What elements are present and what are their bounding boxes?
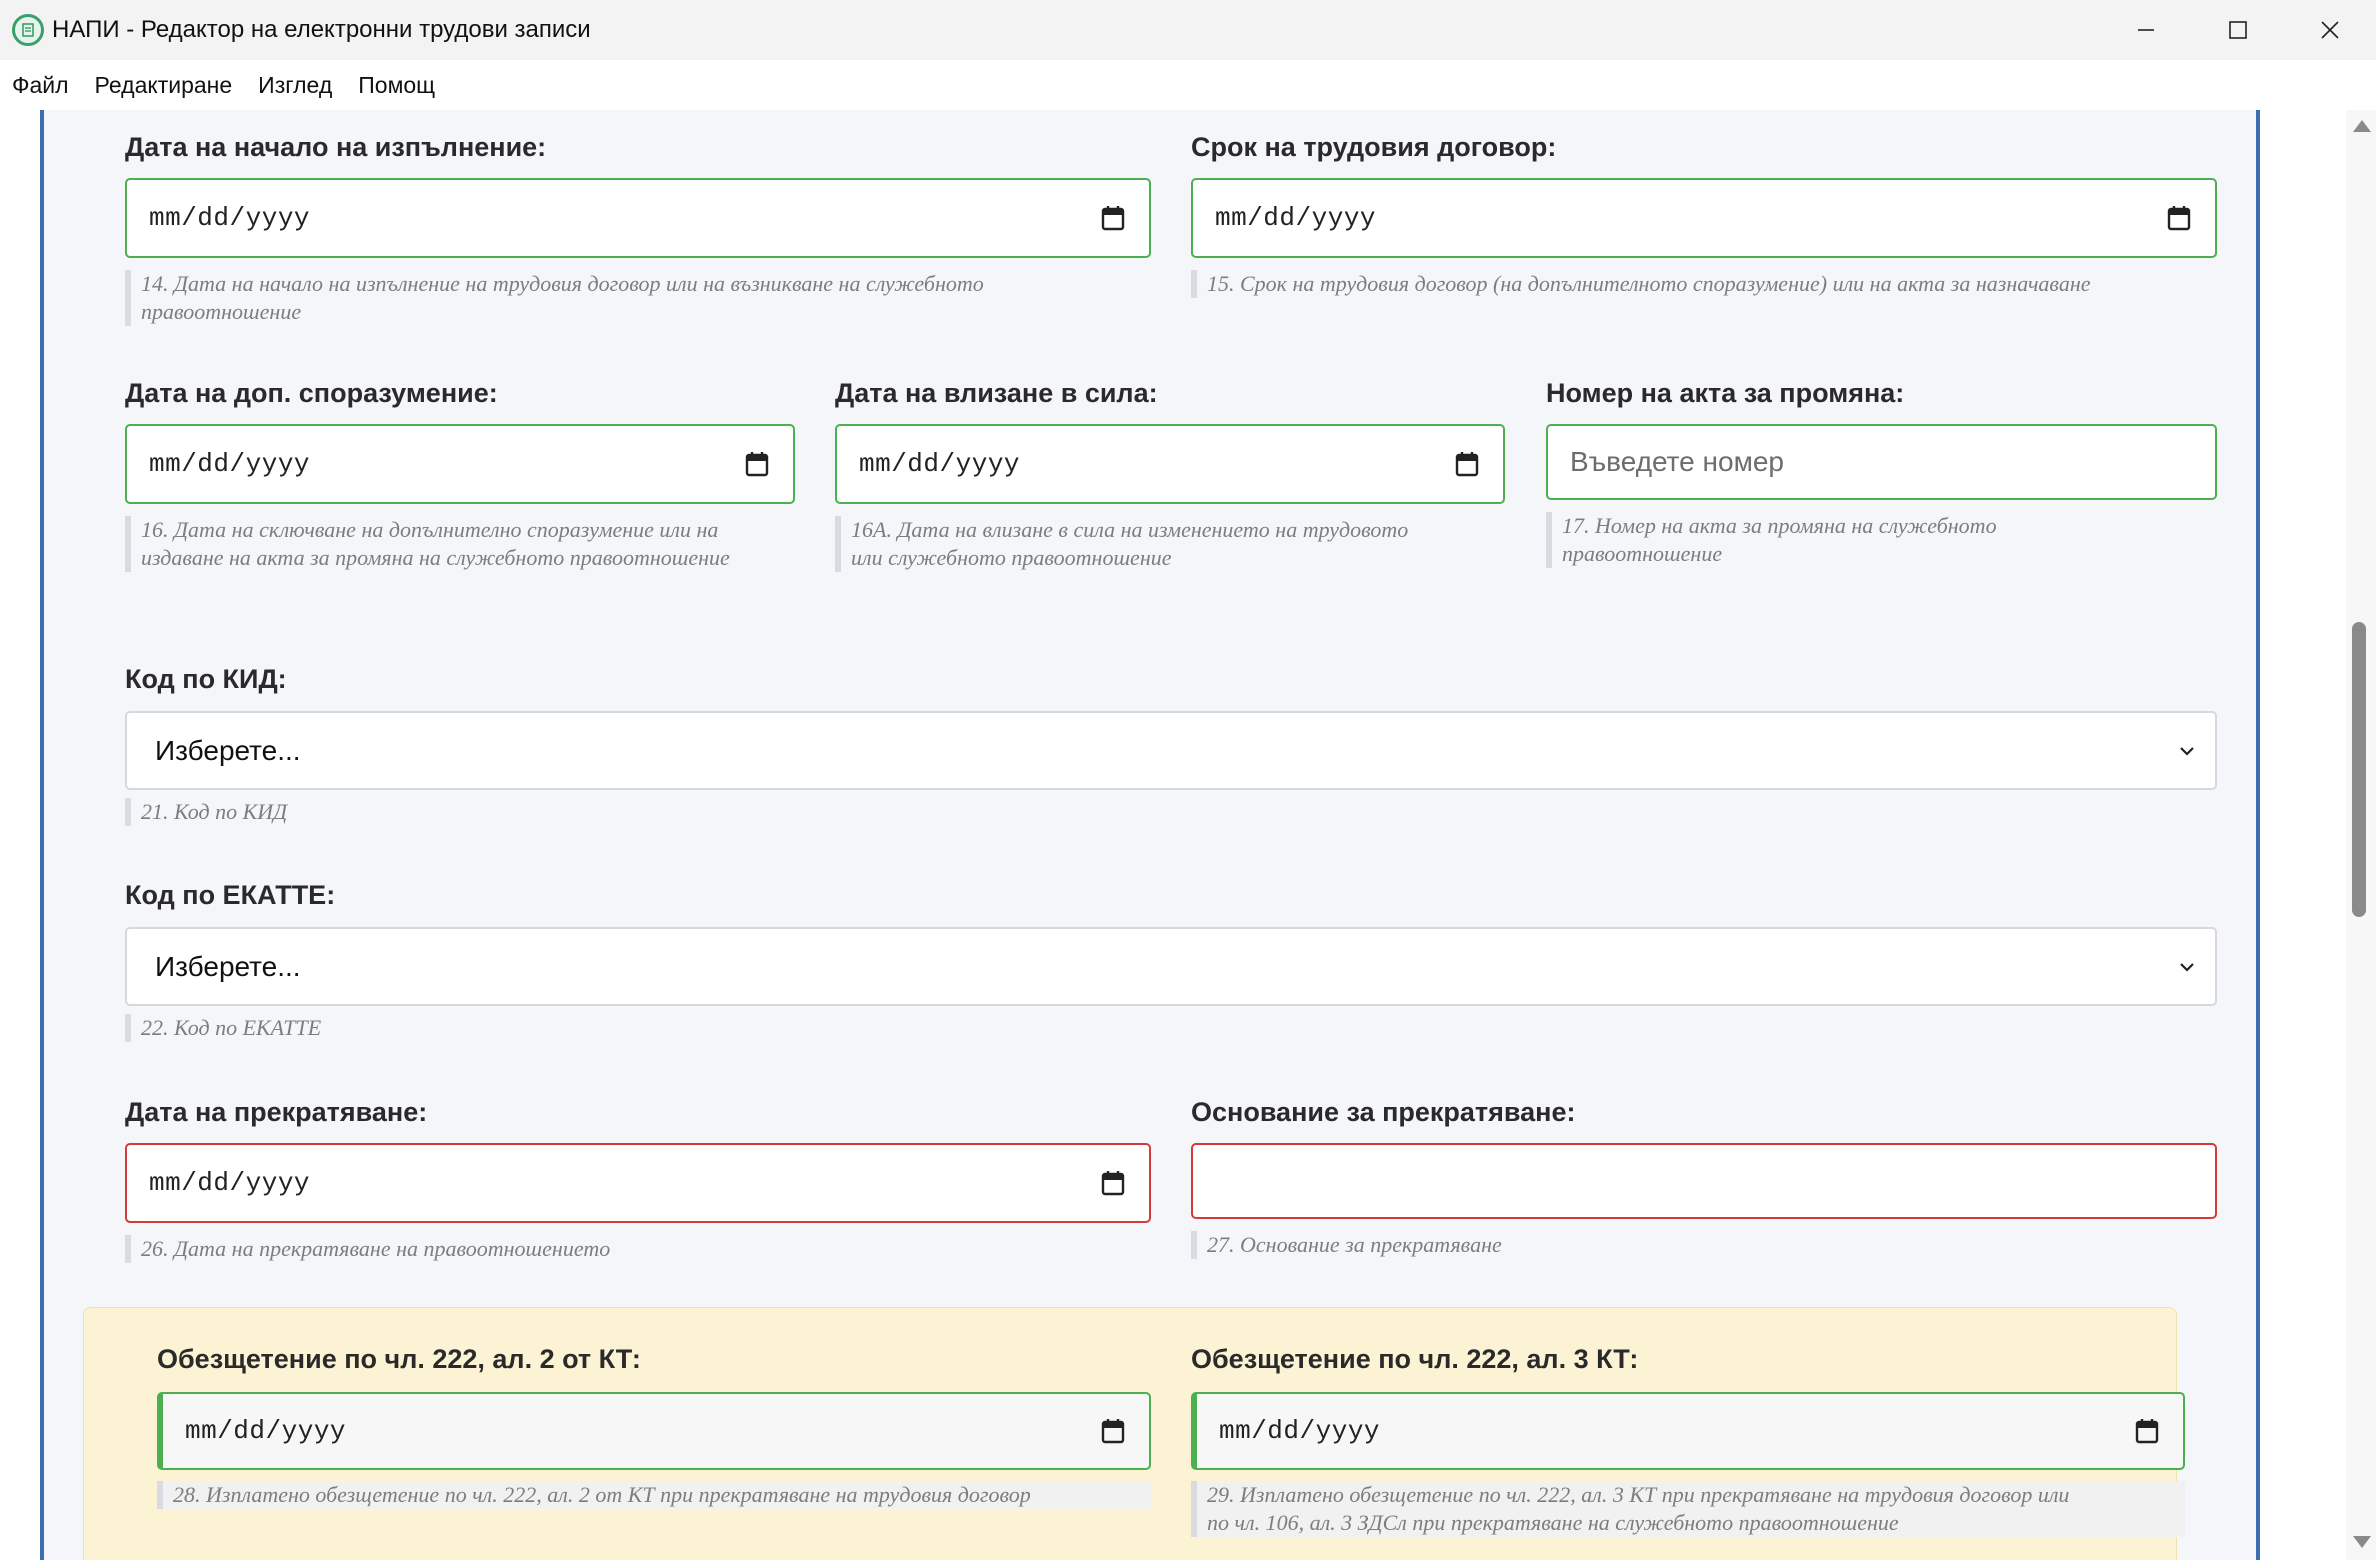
menu-help[interactable]: Помощ	[358, 72, 435, 99]
supplementary-agreement-value: mm/dd/yyyy	[149, 449, 311, 479]
compensation-222-3-value: mm/dd/yyyy	[1219, 1416, 1381, 1446]
compensation-222-2-value: mm/dd/yyyy	[185, 1416, 347, 1446]
termination-basis-label: Основание за прекратяване:	[1191, 1097, 1576, 1127]
termination-date-input[interactable]: mm/dd/yyyy	[125, 1143, 1151, 1223]
contract-term-hint: 15. Срок на трудовия договор (на допълни…	[1191, 270, 2217, 298]
effective-date-input[interactable]: mm/dd/yyyy	[835, 424, 1505, 504]
scroll-down-arrow-icon[interactable]	[2353, 1536, 2371, 1548]
effective-date-value: mm/dd/yyyy	[859, 449, 1021, 479]
compensation-222-2-label: Обезщетение по чл. 222, ал. 2 от КТ:	[157, 1344, 641, 1374]
close-button[interactable]	[2284, 0, 2376, 60]
vertical-scrollbar[interactable]	[2346, 110, 2376, 1560]
minimize-button[interactable]	[2100, 0, 2192, 60]
maximize-icon	[2229, 21, 2247, 39]
supplementary-agreement-label: Дата на доп. споразумение:	[125, 378, 498, 408]
termination-date-label: Дата на прекратяване:	[125, 1097, 428, 1127]
contract-term-input[interactable]: mm/dd/yyyy	[1191, 178, 2217, 258]
chevron-down-icon	[2180, 962, 2194, 972]
window-title: НАПИ - Редактор на електронни трудови за…	[52, 16, 591, 43]
chevron-down-icon	[2180, 746, 2194, 756]
effective-date-label: Дата на влизане в сила:	[835, 378, 1158, 408]
compensation-222-3-input[interactable]: mm/dd/yyyy	[1191, 1392, 2185, 1470]
compensation-222-3-hint: 29. Изплатено обезщетение по чл. 222, ал…	[1191, 1481, 2185, 1537]
compensation-222-2-hint: 28. Изплатено обезщетение по чл. 222, ал…	[157, 1481, 1151, 1509]
change-act-number-input[interactable]: Въведете номер	[1546, 424, 2217, 500]
change-act-number-hint: 17. Номер на акта за промяна на служебно…	[1546, 512, 2217, 568]
close-icon	[2321, 21, 2339, 39]
ekatte-code-hint: 22. Код по ЕКАТТЕ	[125, 1014, 321, 1042]
menu-view[interactable]: Изглед	[258, 72, 332, 99]
change-act-number-placeholder: Въведете номер	[1570, 446, 1784, 477]
start-date-label: Дата на начало на изпълнение:	[125, 132, 547, 162]
calendar-icon[interactable]	[2167, 205, 2191, 231]
start-date-input[interactable]: mm/dd/yyyy	[125, 178, 1151, 258]
menu-bar: Файл Редактиране Изглед Помощ	[0, 60, 2376, 110]
kid-code-selected: Изберете...	[155, 734, 301, 766]
calendar-icon[interactable]	[745, 451, 769, 477]
ekatte-code-label: Код по ЕКАТТЕ:	[125, 880, 336, 910]
maximize-button[interactable]	[2192, 0, 2284, 60]
calendar-icon[interactable]	[1101, 1170, 1125, 1196]
ekatte-code-select[interactable]: Изберете...	[125, 927, 2217, 1006]
supplementary-agreement-hint: 16. Дата на сключване на допълнително сп…	[125, 516, 795, 572]
contract-term-label: Срок на трудовия договор:	[1191, 132, 1557, 162]
title-bar: НАПИ - Редактор на електронни трудови за…	[0, 0, 2376, 60]
minimize-icon	[2138, 29, 2154, 31]
termination-basis-hint: 27. Основание за прекратяване	[1191, 1231, 1502, 1259]
menu-file[interactable]: Файл	[12, 72, 69, 99]
kid-code-hint: 21. Код по КИД	[125, 798, 287, 826]
calendar-icon[interactable]	[1101, 205, 1125, 231]
termination-date-hint: 26. Дата на прекратяване на правоотношен…	[125, 1235, 610, 1263]
ekatte-code-selected: Изберете...	[155, 950, 301, 982]
supplementary-agreement-input[interactable]: mm/dd/yyyy	[125, 424, 795, 504]
termination-basis-input[interactable]	[1191, 1143, 2217, 1219]
compensation-222-3-label: Обезщетение по чл. 222, ал. 3 КТ:	[1191, 1344, 1639, 1374]
effective-date-hint: 16А. Дата на влизане в сила на изменение…	[835, 516, 1505, 572]
content-area: Дата на начало на изпълнение: mm/dd/yyyy…	[0, 110, 2346, 1560]
start-date-hint: 14. Дата на начало на изпълнение на труд…	[125, 270, 1151, 326]
calendar-icon[interactable]	[2135, 1418, 2159, 1444]
menu-edit[interactable]: Редактиране	[95, 72, 233, 99]
start-date-value: mm/dd/yyyy	[149, 203, 311, 233]
scroll-up-arrow-icon[interactable]	[2353, 120, 2371, 132]
calendar-icon[interactable]	[1101, 1418, 1125, 1444]
termination-date-value: mm/dd/yyyy	[149, 1168, 311, 1198]
kid-code-select[interactable]: Изберете...	[125, 711, 2217, 790]
compensation-222-2-input[interactable]: mm/dd/yyyy	[157, 1392, 1151, 1470]
kid-code-label: Код по КИД:	[125, 664, 287, 694]
app-icon	[12, 14, 44, 46]
scroll-thumb[interactable]	[2352, 622, 2366, 917]
contract-term-value: mm/dd/yyyy	[1215, 203, 1377, 233]
change-act-number-label: Номер на акта за промяна:	[1546, 378, 1905, 408]
calendar-icon[interactable]	[1455, 451, 1479, 477]
